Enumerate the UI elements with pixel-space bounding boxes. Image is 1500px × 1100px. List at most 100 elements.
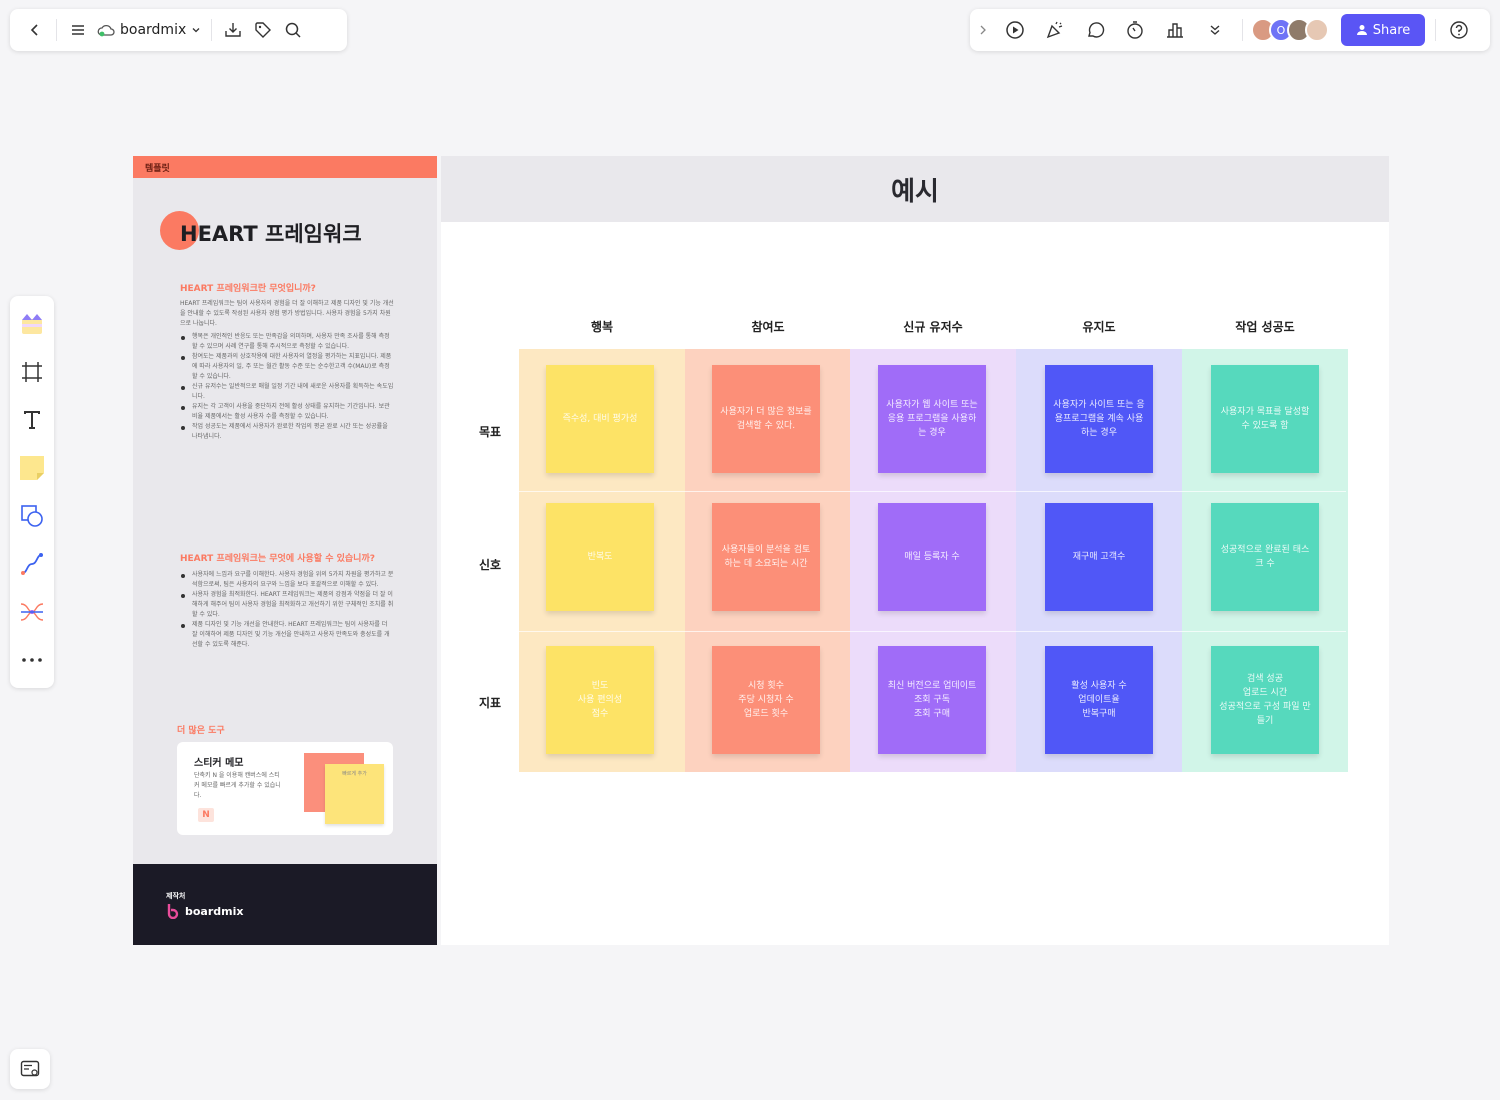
list-item: 유지는 각 고객이 사용을 중단하지 전에 활성 상태를 유지하는 기간입니다.… [180, 402, 394, 422]
confetti-icon [1046, 21, 1063, 39]
sticky-note[interactable]: 사용자들이 분석을 검토하는 데 소요되는 시간 [712, 503, 820, 611]
play-icon [1006, 21, 1024, 39]
shortcut-key-badge: N [198, 808, 214, 822]
top-right-toolbar: O Share [970, 9, 1490, 51]
pen-curve-icon [21, 553, 43, 575]
collaborator-avatars[interactable]: O [1251, 18, 1329, 42]
share-label: Share [1372, 22, 1411, 38]
more-tools-heading: 더 많은 도구 [177, 726, 225, 736]
connector-tool[interactable] [14, 592, 50, 632]
minimap-button[interactable] [10, 1049, 50, 1089]
chevron-right-icon [980, 25, 986, 35]
comment-button[interactable] [1080, 15, 1110, 45]
sticky-note-tool-card[interactable]: 스티커 메모 단축키 N 을 이용해 캔버스에 스티커 메모를 빠르게 추가할 … [177, 742, 393, 835]
sticky-note[interactable]: 재구매 고객수 [1045, 503, 1153, 611]
row-divider [519, 631, 1346, 632]
board-name: boardmix [120, 22, 187, 38]
back-button[interactable] [20, 15, 50, 45]
row-header: 지표 [478, 696, 502, 710]
cloud-icon [97, 24, 115, 37]
divider [211, 19, 213, 41]
template-icon [22, 314, 42, 334]
chevron-down-icon [192, 28, 200, 33]
list-item: 신규 유저수는 일반적으로 매월 일정 기간 내에 새로운 사용자를 획득하는 … [180, 382, 394, 402]
more-tools-button[interactable] [1200, 15, 1230, 45]
list-item: 사용자 경험을 최적화한다. HEART 프레임워크는 제품의 강점과 약점을 … [180, 590, 394, 620]
tag-button[interactable] [248, 15, 278, 45]
sticky-note[interactable]: 활성 사용자 수 업데이트율 반복구매 [1045, 646, 1153, 754]
row-header: 목표 [478, 425, 502, 439]
column-header: 행복 [590, 320, 614, 334]
more-tools[interactable] [14, 640, 50, 680]
template-tag: 템플릿 [133, 156, 437, 178]
download-icon [225, 23, 241, 37]
tool-card-title: 스티커 메모 [194, 758, 244, 769]
search-icon [286, 22, 301, 38]
shape-tool[interactable] [14, 496, 50, 536]
timer-button[interactable] [1120, 15, 1150, 45]
board-name-dropdown[interactable]: boardmix [97, 22, 201, 38]
footer-caption: 제작처 [166, 892, 186, 900]
divider [56, 19, 57, 41]
template-tool[interactable] [14, 304, 50, 344]
divider [1435, 19, 1436, 41]
template-title: HEART 프레임워크 [180, 222, 362, 246]
row-header: 신호 [478, 558, 502, 572]
column-header: 참여도 [751, 320, 785, 334]
sticky-note[interactable]: 매일 등록자 수 [878, 503, 986, 611]
tag-icon [255, 22, 272, 38]
sticky-note[interactable]: 빈도 사용 편의성 점수 [546, 646, 654, 754]
help-button[interactable] [1444, 15, 1474, 45]
frame-tool[interactable] [14, 352, 50, 392]
podium-icon [1167, 23, 1183, 38]
download-button[interactable] [218, 15, 248, 45]
list-item: 행복은 개인적인 반응도 또는 만족감을 의미하며, 사용자 만족 조사를 통해… [180, 332, 394, 352]
mini-sticky-note: 빠르게 추가 [325, 764, 384, 824]
collapse-toolbar-button[interactable] [972, 15, 994, 45]
text-tool[interactable] [14, 400, 50, 440]
minimap-icon [20, 1060, 40, 1077]
template-info-panel[interactable]: 템플릿 HEART 프레임워크 HEART 프레임워크란 무엇입니까? HEAR… [133, 156, 437, 945]
avatar [1305, 18, 1329, 42]
comment-icon [1088, 22, 1105, 38]
present-button[interactable] [1000, 15, 1030, 45]
user-icon [1356, 25, 1367, 35]
menu-button[interactable] [63, 15, 93, 45]
divider [1242, 19, 1243, 41]
list-item: 작업 성공도는 제품에서 사용자가 완료한 작업의 평균 완료 시간 또는 성공… [180, 422, 394, 442]
footer-brand: boardmix [185, 904, 244, 918]
section-list: 사용자에 느낌과 요구를 이해한다. 사용자 경험을 위의 5가지 차원을 평가… [180, 570, 394, 650]
share-button[interactable]: Share [1341, 14, 1425, 46]
list-item: 사용자에 느낌과 요구를 이해한다. 사용자 경험을 위의 5가지 차원을 평가… [180, 570, 394, 590]
sticky-note[interactable]: 시청 횟수 주당 시청자 수 업로드 횟수 [712, 646, 820, 754]
list-item: 참여도는 제품과의 상호작용에 대한 사용자의 열정을 평가하는 지표입니다. … [180, 352, 394, 382]
section-paragraph: HEART 프레임워크는 팀이 사용자의 경험을 더 잘 이해하고 제품 디자인… [180, 300, 394, 327]
sticky-note[interactable]: 사용자가 웹 사이트 또는 응용 프로그램을 사용하는 경우 [878, 365, 986, 473]
more-icon [22, 658, 42, 662]
sticky-note[interactable]: 검색 성공 업로드 시간 성공적으로 구성 파일 만들기 [1211, 646, 1319, 754]
sticky-note[interactable]: 성공적으로 완료된 태스크 수 [1211, 503, 1319, 611]
search-button[interactable] [278, 15, 308, 45]
boardmix-logo-icon [167, 904, 179, 919]
row-divider [519, 491, 1346, 492]
menu-icon [72, 25, 84, 35]
column-header: 유지도 [1082, 320, 1116, 334]
sticky-note[interactable]: 즉수성, 대비 평가성 [546, 365, 654, 473]
chevron-left-icon [30, 24, 38, 36]
tool-sidebar [10, 296, 54, 688]
pen-tool[interactable] [14, 544, 50, 584]
sticky-note[interactable]: 사용자가 사이트 또는 응용프로그램을 계속 사용하는 경우 [1045, 365, 1153, 473]
timer-icon [1127, 21, 1143, 39]
sticky-note-tool[interactable] [14, 448, 50, 488]
sticky-note[interactable]: 반복도 [546, 503, 654, 611]
connector-icon [20, 603, 44, 621]
sticky-note[interactable]: 사용자가 목표를 달성할 수 있도록 함 [1211, 365, 1319, 473]
sticky-note-icon [20, 456, 44, 480]
vote-button[interactable] [1160, 15, 1190, 45]
tool-card-description: 단축키 N 을 이용해 캔버스에 스티커 메모를 빠르게 추가할 수 있습니다. [194, 772, 281, 799]
sticky-note[interactable]: 사용자가 더 많은 정보를 검색할 수 있다. [712, 365, 820, 473]
section-heading: HEART 프레임워크란 무엇입니까? [180, 284, 316, 294]
celebrate-button[interactable] [1040, 15, 1070, 45]
sticky-note[interactable]: 최신 버전으로 업데이트 조회 구독 조회 구매 [878, 646, 986, 754]
example-title: 예시 [441, 156, 1389, 222]
